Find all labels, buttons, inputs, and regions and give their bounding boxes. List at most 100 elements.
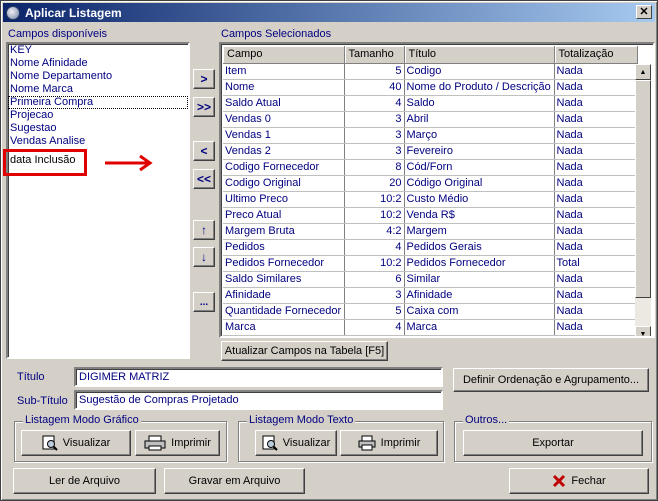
- scrollbar-thumb[interactable]: [635, 80, 651, 298]
- table-row[interactable]: Margem Bruta 4:2 Margem Nada: [223, 223, 638, 240]
- grid-column-header[interactable]: Título: [404, 46, 555, 64]
- available-field-item[interactable]: Nome Departamento: [8, 70, 188, 83]
- available-field-item[interactable]: KEY: [8, 44, 188, 57]
- table-row[interactable]: Saldo Atual 4 Saldo Nada: [223, 95, 638, 112]
- grid-cell: Abril: [404, 111, 555, 128]
- table-row[interactable]: Vendas 1 3 Março Nada: [223, 127, 638, 144]
- remove-field-button[interactable]: <: [193, 141, 215, 161]
- fechar-label: Fechar: [571, 475, 606, 487]
- remove-all-fields-button[interactable]: <<: [193, 169, 215, 189]
- table-row[interactable]: Preco Atual 10:2 Venda R$ Nada: [223, 207, 638, 224]
- grafico-visualizar-label: Visualizar: [62, 437, 111, 449]
- grid-cell: Cód/Forn: [404, 159, 555, 176]
- grid-cell: Total: [554, 255, 638, 272]
- grid-cell: 6: [344, 271, 405, 288]
- grid-cell: 10:2: [344, 191, 405, 208]
- grid-cell: 3: [344, 287, 405, 304]
- table-row[interactable]: Vendas 2 3 Fevereiro Nada: [223, 143, 638, 160]
- grid-cell: Nada: [554, 95, 638, 112]
- grid-vertical-scrollbar[interactable]: ▲ ▼: [635, 64, 651, 336]
- available-field-item[interactable]: Projecao: [8, 109, 188, 122]
- printer-icon: [144, 435, 166, 451]
- grid-cell: 10:2: [344, 255, 405, 272]
- close-window-button[interactable]: ✕: [636, 5, 652, 19]
- grid-cell: 3: [344, 127, 405, 144]
- grid-cell: 4: [344, 95, 405, 112]
- grid-cell: Codigo: [404, 63, 555, 80]
- grid-cell: 4:2: [344, 223, 405, 240]
- move-up-button[interactable]: ↑: [193, 220, 215, 240]
- table-row[interactable]: Quantidade Fornecedor 5 Caixa com Nada: [223, 303, 638, 320]
- grid-cell: 10:2: [344, 207, 405, 224]
- grid-cell: Nada: [554, 223, 638, 240]
- grid-cell: Similar: [404, 271, 555, 288]
- grid-cell: Nada: [554, 191, 638, 208]
- available-field-item[interactable]: Primeira Compra: [8, 96, 188, 109]
- texto-visualizar-label: Visualizar: [282, 437, 331, 449]
- grid-cell: Nada: [554, 143, 638, 160]
- move-down-button[interactable]: ↓: [193, 247, 215, 267]
- grid-cell: 4: [344, 319, 405, 336]
- table-row[interactable]: Pedidos 4 Pedidos Gerais Nada: [223, 239, 638, 256]
- grid-cell: Saldo Similares: [223, 271, 345, 288]
- grid-cell: Nada: [554, 319, 638, 336]
- grid-cell: Vendas 0: [223, 111, 345, 128]
- ler-arquivo-button[interactable]: Ler de Arquivo: [13, 468, 156, 494]
- table-row[interactable]: Nome 40 Nome do Produto / Descrição Nada: [223, 79, 638, 96]
- texto-visualizar-button[interactable]: Visualizar: [255, 430, 337, 456]
- grid-column-header[interactable]: Tamanho: [344, 46, 405, 64]
- grid-cell: Pedidos Gerais: [404, 239, 555, 256]
- grid-column-header[interactable]: Campo: [223, 46, 345, 64]
- table-row[interactable]: Pedidos Fornecedor 10:2 Pedidos Fornecedor…: [223, 255, 638, 272]
- exportar-button[interactable]: Exportar: [463, 430, 643, 456]
- subtitulo-label: Sub-Título: [17, 395, 68, 407]
- available-field-item[interactable]: Vendas Analise: [8, 135, 188, 148]
- grid-cell: Margem Bruta: [223, 223, 345, 240]
- grid-cell: Código Original: [404, 175, 555, 192]
- table-row[interactable]: Codigo Original 20 Código Original Nada: [223, 175, 638, 192]
- grid-cell: Venda R$: [404, 207, 555, 224]
- table-row[interactable]: Item 5 Codigo Nada: [223, 63, 638, 80]
- fechar-button[interactable]: Fechar: [509, 468, 649, 494]
- table-row[interactable]: Afinidade 3 Afinidade Nada: [223, 287, 638, 304]
- subtitulo-input[interactable]: [74, 390, 443, 410]
- table-row[interactable]: Vendas 0 3 Abril Nada: [223, 111, 638, 128]
- grafico-visualizar-button[interactable]: Visualizar: [21, 430, 131, 456]
- grid-cell: Nome: [223, 79, 345, 96]
- add-all-fields-button[interactable]: >>: [193, 97, 215, 117]
- available-field-item[interactable]: Nome Marca: [8, 83, 188, 96]
- texto-imprimir-label: Imprimir: [380, 437, 421, 449]
- grid-cell: Preco Atual: [223, 207, 345, 224]
- update-fields-button[interactable]: Atualizar Campos na Tabela [F5]: [221, 341, 388, 361]
- grid-cell: Saldo: [404, 95, 555, 112]
- grid-cell: Nada: [554, 271, 638, 288]
- grid-cell: 4: [344, 239, 405, 256]
- more-options-button[interactable]: ...: [193, 292, 215, 312]
- texto-imprimir-button[interactable]: Imprimir: [340, 430, 438, 456]
- titulo-input[interactable]: [74, 367, 443, 387]
- grid-cell: Caixa com: [404, 303, 555, 320]
- grid-cell: Nada: [554, 175, 638, 192]
- scroll-down-button[interactable]: ▼: [635, 326, 651, 336]
- gravar-arquivo-button[interactable]: Gravar em Arquivo: [164, 468, 305, 494]
- selected-fields-grid[interactable]: Campo Tamanho Título Totalização Item 5 Codig…: [219, 42, 655, 338]
- scroll-up-button[interactable]: ▲: [635, 64, 651, 80]
- available-field-item[interactable]: Sugestao: [8, 122, 188, 135]
- grafico-imprimir-button[interactable]: Imprimir: [135, 430, 220, 456]
- grid-column-header[interactable]: Totalização: [554, 46, 638, 64]
- table-row[interactable]: Marca 4 Marca Nada: [223, 319, 638, 336]
- table-row[interactable]: Saldo Similares 6 Similar Nada: [223, 271, 638, 288]
- add-field-button[interactable]: >: [193, 69, 215, 89]
- define-ordering-button[interactable]: Definir Ordenação e Agrupamento...: [453, 368, 649, 392]
- table-row[interactable]: Ultimo Preco 10:2 Custo Médio Nada: [223, 191, 638, 208]
- annotation-arrow-icon: [105, 154, 153, 172]
- grid-cell: Nada: [554, 239, 638, 256]
- grid-cell: 5: [344, 63, 405, 80]
- available-field-item[interactable]: Nome Afinidade: [8, 57, 188, 70]
- grid-cell: Margem: [404, 223, 555, 240]
- app-icon: [6, 5, 20, 20]
- table-row[interactable]: Codigo Fornecedor 8 Cód/Forn Nada: [223, 159, 638, 176]
- available-fields-list[interactable]: KEY Nome Afinidade Nome Departamento Nome M…: [6, 42, 190, 359]
- grid-cell: Marca: [404, 319, 555, 336]
- grid-cell: Nada: [554, 127, 638, 144]
